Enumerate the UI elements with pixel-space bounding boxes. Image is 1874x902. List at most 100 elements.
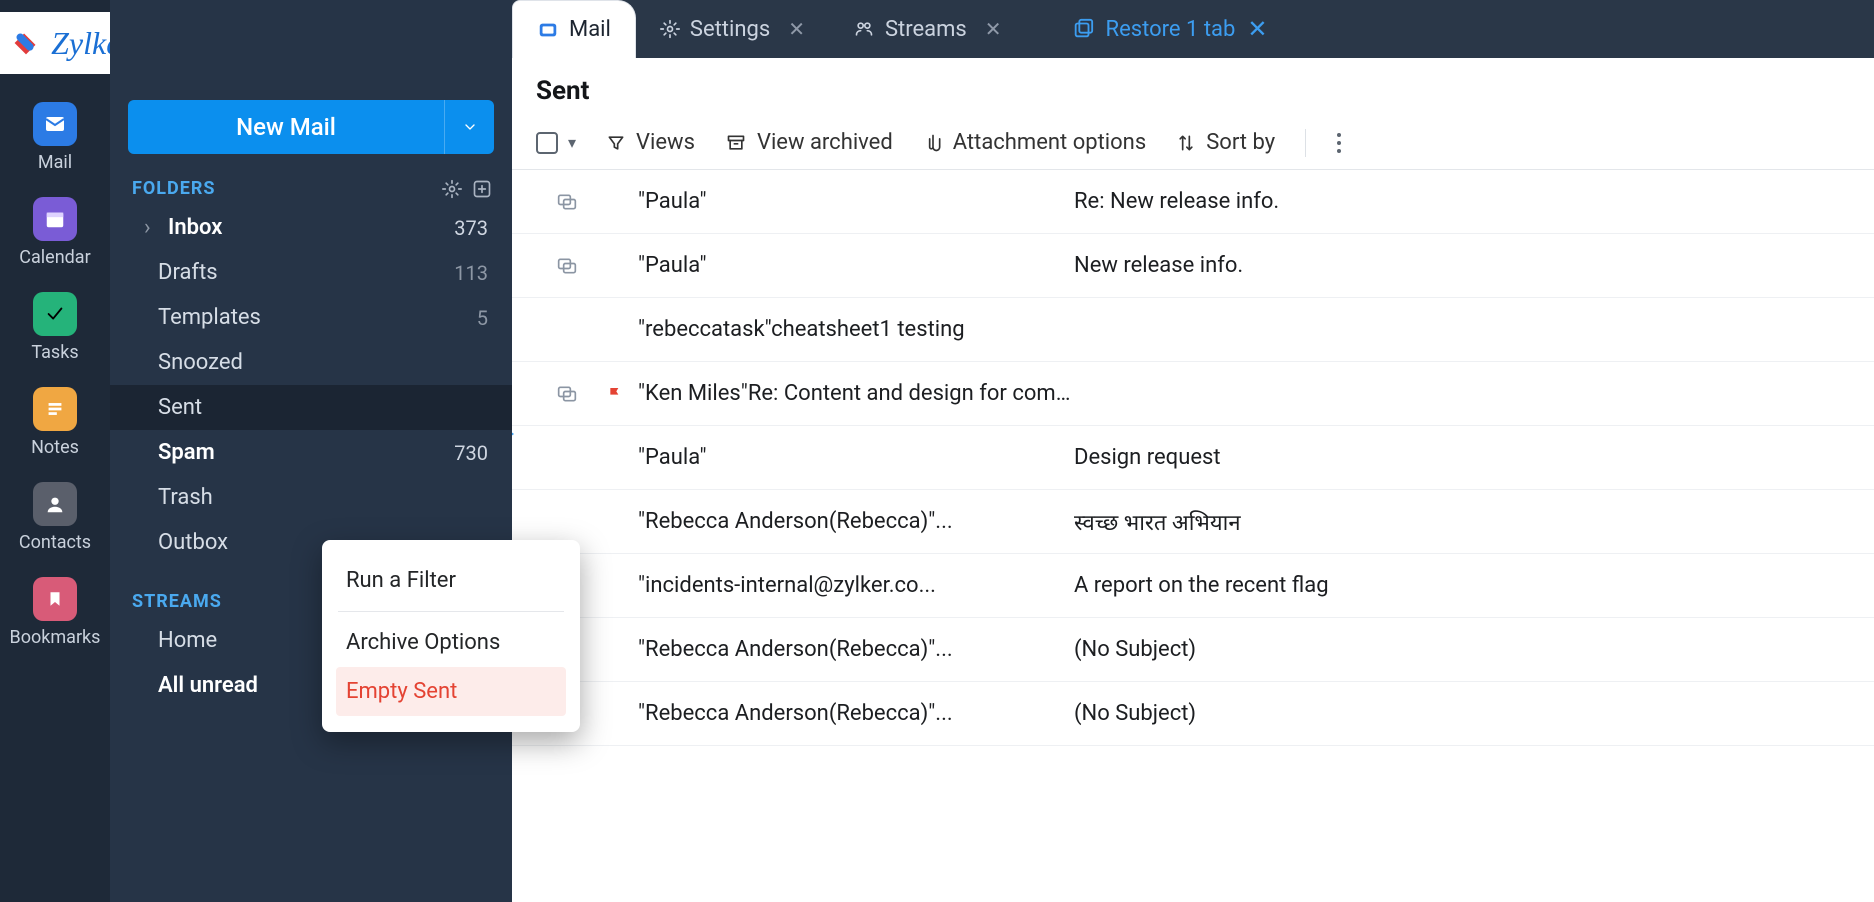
- message-from: "Paula": [632, 189, 1074, 214]
- view-archived-button[interactable]: View archived: [725, 130, 893, 155]
- mail-icon: [33, 102, 77, 146]
- chevron-down-icon[interactable]: [444, 100, 494, 154]
- ctx-run-filter[interactable]: Run a Filter: [336, 556, 566, 605]
- folder-count: 730: [454, 441, 488, 465]
- bookmark-icon: [33, 577, 77, 621]
- folder-snoozed[interactable]: Snoozed: [110, 340, 512, 385]
- archive-icon: [725, 133, 747, 153]
- folder-name: Spam: [158, 440, 444, 465]
- streams-title: STREAMS: [132, 591, 222, 612]
- folder-drafts[interactable]: Drafts 113: [110, 250, 512, 295]
- list-toolbar: ▾ Views View archived Attachment options…: [512, 116, 1874, 170]
- conversation-icon: [536, 192, 598, 212]
- views-button[interactable]: Views: [606, 130, 695, 155]
- message-subject: New release info.: [1074, 253, 1874, 278]
- message-row[interactable]: "Rebecca Anderson(Rebecca)"...स्वच्छ भार…: [512, 490, 1874, 554]
- rail-label: Calendar: [19, 247, 90, 268]
- sort-icon: [1176, 133, 1196, 153]
- more-menu-button[interactable]: [1336, 132, 1342, 154]
- message-row[interactable]: "Ken Miles"Re: Content and design for co…: [512, 362, 1874, 426]
- folders-title: FOLDERS: [132, 178, 215, 199]
- folder-name: Inbox: [168, 215, 444, 240]
- folder-sidebar: New Mail FOLDERS › Inbox 373 Drafts 113 Templ…: [110, 0, 512, 902]
- message-row[interactable]: "Rebecca Anderson(Rebecca)"...(No Subjec…: [512, 618, 1874, 682]
- new-mail-label: New Mail: [128, 113, 444, 141]
- tab-settings[interactable]: Settings ✕: [636, 0, 829, 58]
- ctx-archive-options[interactable]: Archive Options: [336, 618, 566, 667]
- folder-name: Templates: [158, 305, 467, 330]
- contact-icon: [33, 482, 77, 526]
- message-subject: Re: New release info.: [1074, 189, 1874, 214]
- message-list: "Paula"Re: New release info."Paula"New r…: [512, 170, 1874, 902]
- message-row[interactable]: "Paula"Re: New release info.: [512, 170, 1874, 234]
- rail-label: Contacts: [19, 532, 91, 553]
- main-area: Mail Settings ✕ Streams ✕ Restore 1 tab …: [512, 0, 1874, 902]
- folder-count: 113: [454, 261, 488, 285]
- chevron-right-icon: ›: [144, 215, 158, 240]
- attachment-options-button[interactable]: Attachment options: [923, 130, 1146, 155]
- tab-streams[interactable]: Streams ✕: [829, 0, 1026, 58]
- funnel-icon: [606, 133, 626, 153]
- tab-label: Settings: [690, 17, 770, 42]
- sort-by-button[interactable]: Sort by: [1176, 130, 1275, 155]
- message-row[interactable]: "rebeccatask"cheatsheet1 testing: [512, 298, 1874, 362]
- rail-calendar[interactable]: Calendar: [10, 197, 100, 268]
- mail-tab-icon: [537, 19, 559, 41]
- folder-count: 5: [477, 306, 488, 330]
- add-folder-icon[interactable]: [472, 179, 492, 199]
- message-subject: स्वच्छ भारत अभियान: [1074, 507, 1874, 537]
- message-subject: Design request: [1074, 445, 1874, 470]
- folder-sent[interactable]: Sent: [110, 385, 512, 430]
- rail-tasks[interactable]: Tasks: [10, 292, 100, 363]
- rail-contacts[interactable]: Contacts: [10, 482, 100, 553]
- rail-notes[interactable]: Notes: [10, 387, 100, 458]
- paperclip-icon: [923, 132, 943, 154]
- close-icon[interactable]: ✕: [788, 17, 805, 41]
- gear-icon[interactable]: [442, 179, 462, 199]
- check-icon: [33, 292, 77, 336]
- folder-inbox[interactable]: › Inbox 373: [110, 205, 512, 250]
- tab-mail[interactable]: Mail: [512, 0, 636, 58]
- selection-marker-icon: [512, 422, 514, 446]
- folder-templates[interactable]: Templates 5: [110, 295, 512, 340]
- message-from: "Paula": [632, 445, 1074, 470]
- folder-name: Sent: [158, 395, 478, 420]
- folder-context-menu: Run a Filter Archive Options Empty Sent: [322, 540, 580, 732]
- folder-trash[interactable]: Trash: [110, 475, 512, 520]
- view-archived-label: View archived: [757, 130, 893, 155]
- message-row[interactable]: "Paula"Design request: [512, 426, 1874, 490]
- rail-mail[interactable]: Mail: [10, 102, 100, 173]
- gear-icon: [660, 19, 680, 39]
- new-mail-button[interactable]: New Mail: [128, 100, 494, 154]
- rail-label: Mail: [38, 152, 72, 173]
- message-from: "Paula": [632, 253, 1074, 278]
- folder-spam[interactable]: Spam 730: [110, 430, 512, 475]
- divider: [338, 611, 564, 612]
- ctx-empty-sent[interactable]: Empty Sent: [336, 667, 566, 716]
- message-from: "Rebecca Anderson(Rebecca)"...: [632, 637, 1074, 662]
- tab-bar: Mail Settings ✕ Streams ✕ Restore 1 tab …: [512, 0, 1874, 58]
- chevron-down-icon[interactable]: ▾: [568, 133, 576, 152]
- streams-icon: [853, 19, 875, 39]
- message-from: "Ken Miles"Re: Content and design for co…: [632, 381, 1074, 406]
- close-icon[interactable]: ✕: [1247, 15, 1267, 43]
- message-subject: Re: Content and design for comparison pa…: [748, 381, 1074, 406]
- tab-label: Streams: [885, 17, 967, 42]
- message-row[interactable]: "Paula"New release info.: [512, 234, 1874, 298]
- folder-count: 373: [454, 216, 488, 240]
- restore-tab-button[interactable]: Restore 1 tab ✕: [1048, 0, 1292, 58]
- message-row[interactable]: "incidents-internal@zylker.co...A report…: [512, 554, 1874, 618]
- folder-name: Snoozed: [158, 350, 478, 375]
- select-all-checkbox[interactable]: ▾: [536, 132, 576, 154]
- sort-by-label: Sort by: [1206, 130, 1275, 155]
- message-subject: (No Subject): [1074, 637, 1874, 662]
- rail-bookmarks[interactable]: Bookmarks: [10, 577, 100, 648]
- close-icon[interactable]: ✕: [985, 17, 1002, 41]
- restore-icon: [1072, 18, 1094, 40]
- app-rail: Zylker Mail Calendar Tasks Notes Contact…: [0, 0, 110, 902]
- views-label: Views: [636, 130, 695, 155]
- message-row[interactable]: "Rebecca Anderson(Rebecca)"...(No Subjec…: [512, 682, 1874, 746]
- message-from: "rebeccatask"cheatsheet1 testing: [632, 317, 1074, 342]
- page-title: Sent: [512, 58, 1874, 116]
- folder-name: Drafts: [158, 260, 444, 285]
